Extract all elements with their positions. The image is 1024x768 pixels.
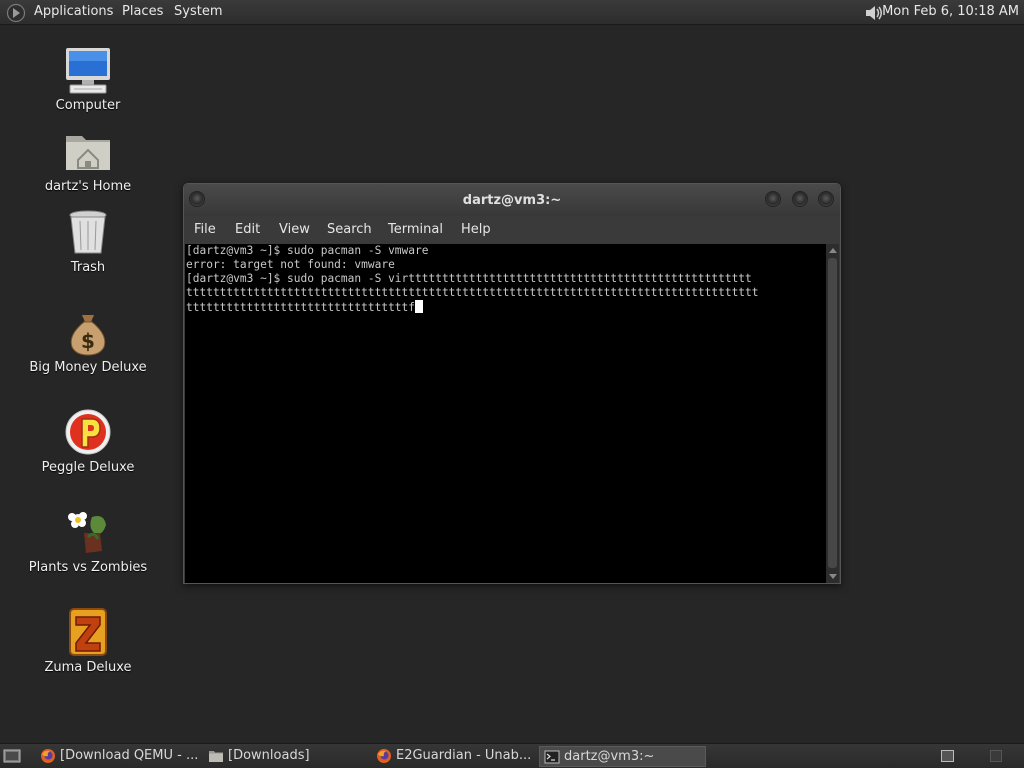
taskbar-item-label: [Download QEMU - ... bbox=[60, 748, 199, 763]
clock[interactable]: Mon Feb 6, 10:18 AM bbox=[882, 4, 1019, 19]
desktop-icon-big-money[interactable]: $ Big Money Deluxe bbox=[28, 307, 148, 375]
desktop-icon-computer[interactable]: Computer bbox=[28, 45, 148, 113]
text-cursor bbox=[415, 300, 424, 313]
home-folder-icon bbox=[66, 136, 110, 170]
desktop-icon-label: Plants vs Zombies bbox=[28, 560, 148, 575]
bottom-panel: [Download QEMU - ... [Downloads] E2Guard… bbox=[0, 743, 1024, 768]
terminal-line-current: tttttttttttttttttttttttttttttttttf bbox=[186, 300, 826, 315]
desktop-icon-home[interactable]: dartz's Home bbox=[28, 126, 148, 194]
menu-applications[interactable]: Applications bbox=[34, 4, 113, 19]
taskbar-item-downloads[interactable]: [Downloads] bbox=[204, 746, 370, 767]
desktop-icon-label: Computer bbox=[55, 98, 121, 113]
taskbar-item-terminal[interactable]: dartz@vm3:~ bbox=[539, 746, 706, 767]
minimize-button[interactable] bbox=[765, 191, 781, 207]
peggle-icon bbox=[65, 409, 111, 455]
menu-edit[interactable]: Edit bbox=[235, 222, 260, 237]
svg-text:$: $ bbox=[81, 329, 95, 353]
zuma-icon bbox=[69, 608, 107, 656]
menu-file[interactable]: File bbox=[194, 222, 216, 237]
money-bag-icon: $ bbox=[70, 315, 106, 356]
terminal-line: tttttttttttttttttttttttttttttttttttttttt… bbox=[186, 286, 759, 299]
taskbar-item-e2guardian[interactable]: E2Guardian - Unab... bbox=[372, 746, 538, 767]
computer-icon bbox=[66, 48, 110, 94]
maximize-button[interactable] bbox=[792, 191, 808, 207]
show-desktop-icon[interactable] bbox=[3, 748, 21, 764]
terminal-line: error: target not found: vmware bbox=[186, 258, 395, 271]
window-title: dartz@vm3:~ bbox=[462, 193, 562, 208]
taskbar-item-label: E2Guardian - Unab... bbox=[396, 748, 532, 763]
desktop-icon-label: Zuma Deluxe bbox=[44, 660, 132, 675]
terminal-window[interactable]: dartz@vm3:~ File Edit View Search Termin… bbox=[183, 183, 841, 584]
firefox-icon bbox=[377, 749, 391, 763]
scroll-thumb[interactable] bbox=[828, 258, 837, 568]
window-titlebar[interactable]: dartz@vm3:~ bbox=[184, 184, 840, 216]
menu-places[interactable]: Places bbox=[122, 4, 163, 19]
plants-vs-zombies-icon bbox=[68, 512, 106, 553]
menu-help[interactable]: Help bbox=[461, 222, 491, 237]
desktop-icon-label: dartz's Home bbox=[44, 179, 132, 194]
desktop-icon-label: Peggle Deluxe bbox=[41, 460, 135, 475]
taskbar-item-label: [Downloads] bbox=[228, 748, 310, 763]
workspace-1[interactable] bbox=[941, 750, 954, 762]
gnome-foot-icon[interactable] bbox=[6, 3, 26, 23]
firefox-icon bbox=[41, 749, 55, 763]
taskbar-item-label: dartz@vm3:~ bbox=[564, 749, 655, 764]
terminal-line: [dartz@vm3 ~]$ sudo pacman -S virttttttt… bbox=[186, 272, 752, 285]
menu-view[interactable]: View bbox=[279, 222, 310, 237]
terminal-line: [dartz@vm3 ~]$ sudo pacman -S vmware bbox=[186, 244, 429, 257]
scroll-up-arrow-icon[interactable] bbox=[829, 248, 837, 253]
close-button[interactable] bbox=[818, 191, 834, 207]
desktop-icon-label: Trash bbox=[70, 260, 106, 275]
terminal-menubar: File Edit View Search Terminal Help bbox=[184, 216, 840, 244]
taskbar-item-download-qemu[interactable]: [Download QEMU - ... bbox=[36, 746, 204, 767]
scroll-down-arrow-icon[interactable] bbox=[829, 574, 837, 579]
menu-terminal[interactable]: Terminal bbox=[388, 222, 443, 237]
menu-search[interactable]: Search bbox=[327, 222, 372, 237]
desktop-icon-peggle[interactable]: Peggle Deluxe bbox=[28, 407, 148, 475]
trash-icon bbox=[69, 210, 107, 254]
terminal-scrollbar[interactable] bbox=[826, 244, 839, 583]
desktop-icon-label: Big Money Deluxe bbox=[29, 360, 147, 375]
desktop-icon-plants-vs-zombies[interactable]: Plants vs Zombies bbox=[28, 507, 148, 575]
terminal-line-text: tttttttttttttttttttttttttttttttttf bbox=[186, 301, 416, 314]
menu-system[interactable]: System bbox=[174, 4, 222, 19]
desktop-icon-trash[interactable]: Trash bbox=[28, 207, 148, 275]
workspace-2[interactable] bbox=[990, 750, 1002, 762]
terminal-output[interactable]: [dartz@vm3 ~]$ sudo pacman -S vmware err… bbox=[185, 244, 826, 583]
desktop-icon-zuma[interactable]: Zuma Deluxe bbox=[28, 607, 148, 675]
top-panel: Applications Places System Mon Feb 6, 10… bbox=[0, 0, 1024, 25]
folder-icon bbox=[209, 751, 223, 762]
terminal-icon bbox=[544, 750, 560, 764]
